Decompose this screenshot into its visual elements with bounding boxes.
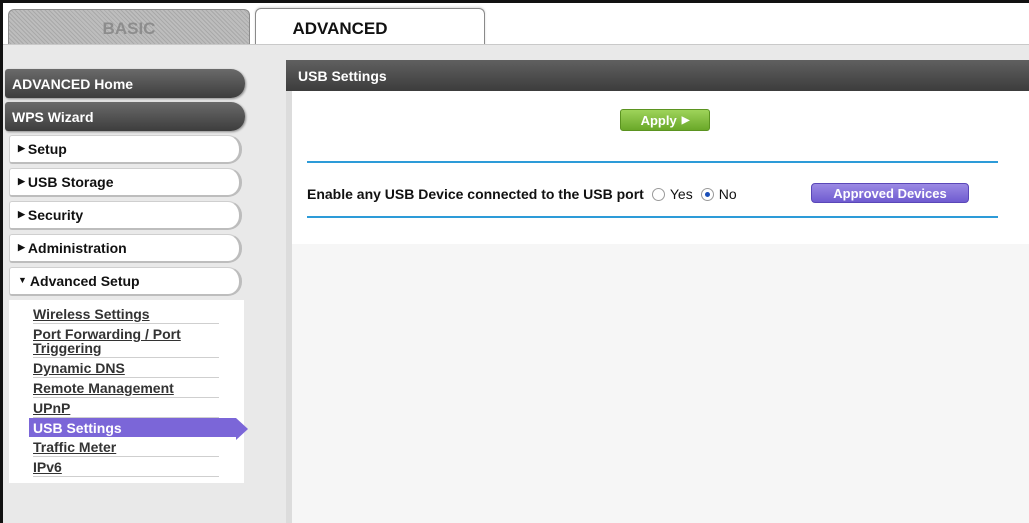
- approved-devices-button[interactable]: Approved Devices: [811, 183, 969, 203]
- usb-enable-label: Enable any USB Device connected to the U…: [307, 186, 644, 202]
- usb-enable-row: Enable any USB Device connected to the U…: [307, 183, 737, 205]
- page-title-bar: USB Settings: [286, 60, 1029, 91]
- collapse-arrow-icon: ▼: [18, 275, 27, 285]
- sidebar-wps-wizard-label: WPS Wizard: [12, 108, 94, 125]
- sidebar-item-usb-storage[interactable]: ▶ USB Storage: [9, 168, 242, 197]
- submenu-wireless-settings[interactable]: Wireless Settings: [33, 304, 219, 324]
- sidebar: ADVANCED Home WPS Wizard ▶ Setup ▶ USB S…: [5, 69, 248, 483]
- submenu-dynamic-dns[interactable]: Dynamic DNS: [33, 358, 219, 378]
- submenu-port-forwarding[interactable]: Port Forwarding / Port Triggering: [33, 324, 219, 358]
- submenu-remote-management[interactable]: Remote Management: [33, 378, 219, 398]
- submenu-ipv6[interactable]: IPv6: [33, 457, 219, 477]
- sidebar-item-label: Setup: [27, 141, 67, 157]
- sidebar-item-label: Security: [27, 207, 84, 223]
- tab-bar: BASIC ADVANCED: [3, 3, 1029, 48]
- play-arrow-icon: ▶: [681, 114, 690, 126]
- approved-devices-label: Approved Devices: [833, 185, 947, 201]
- sidebar-item-label: USB Storage: [27, 174, 114, 190]
- tab-basic[interactable]: BASIC: [8, 9, 250, 47]
- tab-basic-label: BASIC: [102, 18, 156, 38]
- sidebar-advanced-home[interactable]: ADVANCED Home: [5, 69, 245, 98]
- expand-arrow-icon: ▶: [18, 208, 25, 219]
- radio-no[interactable]: [700, 187, 714, 201]
- sidebar-item-label: Advanced Setup: [29, 273, 140, 289]
- apply-button-label: Apply: [640, 112, 677, 128]
- expand-arrow-icon: ▶: [18, 142, 25, 153]
- submenu-traffic-meter[interactable]: Traffic Meter: [33, 437, 219, 457]
- sidebar-item-advanced-setup[interactable]: ▼ Advanced Setup: [9, 267, 242, 296]
- radio-no-label: No: [718, 186, 737, 202]
- sidebar-item-administration[interactable]: ▶ Administration: [9, 234, 242, 263]
- main-panel: Apply ▶ Enable any USB Device connected …: [292, 91, 1029, 523]
- submenu-upnp[interactable]: UPnP: [33, 398, 219, 418]
- divider-bottom: [307, 216, 998, 218]
- tab-advanced[interactable]: ADVANCED: [255, 8, 485, 48]
- sidebar-item-setup[interactable]: ▶ Setup: [9, 135, 242, 164]
- submenu-usb-settings[interactable]: USB Settings: [29, 418, 248, 440]
- tab-advanced-label: ADVANCED: [292, 18, 388, 38]
- sidebar-advanced-home-label: ADVANCED Home: [12, 75, 134, 92]
- expand-arrow-icon: ▶: [18, 241, 25, 252]
- advanced-setup-submenu: Wireless Settings Port Forwarding / Port…: [9, 300, 248, 483]
- page-title: USB Settings: [298, 67, 387, 84]
- sidebar-wps-wizard[interactable]: WPS Wizard: [5, 102, 245, 131]
- apply-button[interactable]: Apply ▶: [620, 109, 710, 131]
- radio-yes-label: Yes: [669, 186, 693, 202]
- sidebar-item-label: Administration: [27, 240, 127, 256]
- divider-top: [307, 161, 998, 163]
- expand-arrow-icon: ▶: [18, 175, 25, 186]
- sidebar-item-security[interactable]: ▶ Security: [9, 201, 242, 230]
- radio-yes[interactable]: [651, 187, 665, 201]
